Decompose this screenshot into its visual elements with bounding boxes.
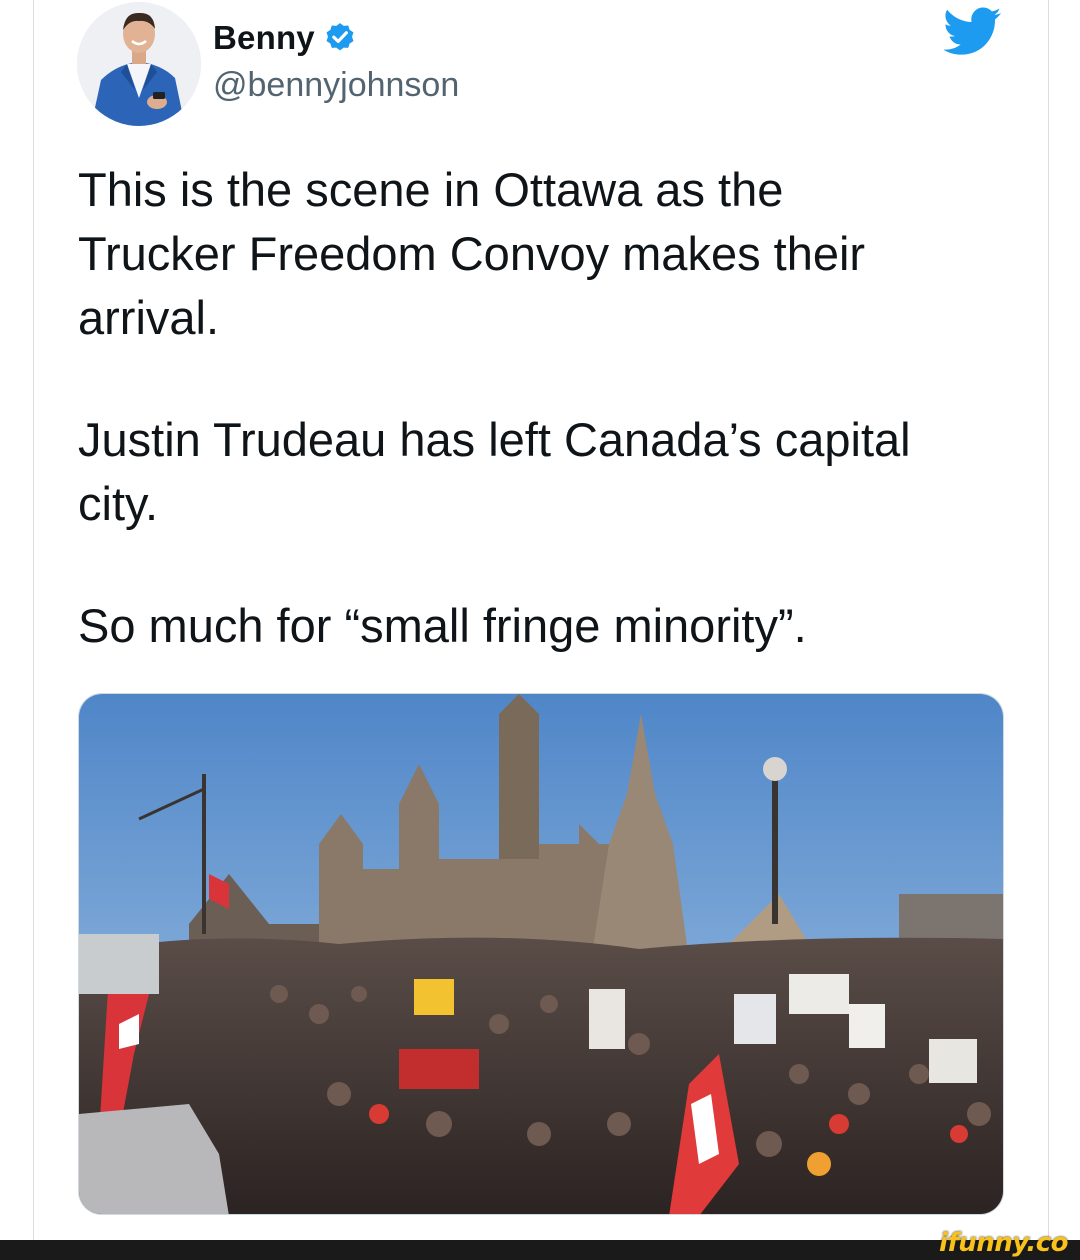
watermark-bar [0, 1240, 1080, 1260]
twitter-bird-icon[interactable] [943, 2, 1002, 60]
avatar[interactable] [77, 2, 201, 126]
tweet-body: This is the scene in Ottawa as the Truck… [78, 158, 1038, 658]
author-name-row[interactable]: Benny [213, 16, 357, 60]
crowd-photo [79, 694, 1003, 1214]
avatar-image [77, 2, 201, 126]
tweet-paragraph: Justin Trudeau has left Canada’s capital… [78, 413, 911, 530]
ifunny-watermark: ifunny.co [939, 1228, 1068, 1258]
author-handle[interactable]: @bennyjohnson [213, 66, 459, 105]
screenshot-page: Benny @bennyjohnson This is the scene in… [0, 0, 1080, 1260]
tweet-paragraph: This is the scene in Ottawa as the Truck… [78, 163, 866, 344]
tweet-paragraph: So much for “small fringe minority”. [78, 599, 807, 652]
author-name[interactable]: Benny [213, 19, 315, 57]
verified-badge-icon [323, 21, 357, 55]
tweet-media-photo[interactable] [78, 693, 1004, 1215]
